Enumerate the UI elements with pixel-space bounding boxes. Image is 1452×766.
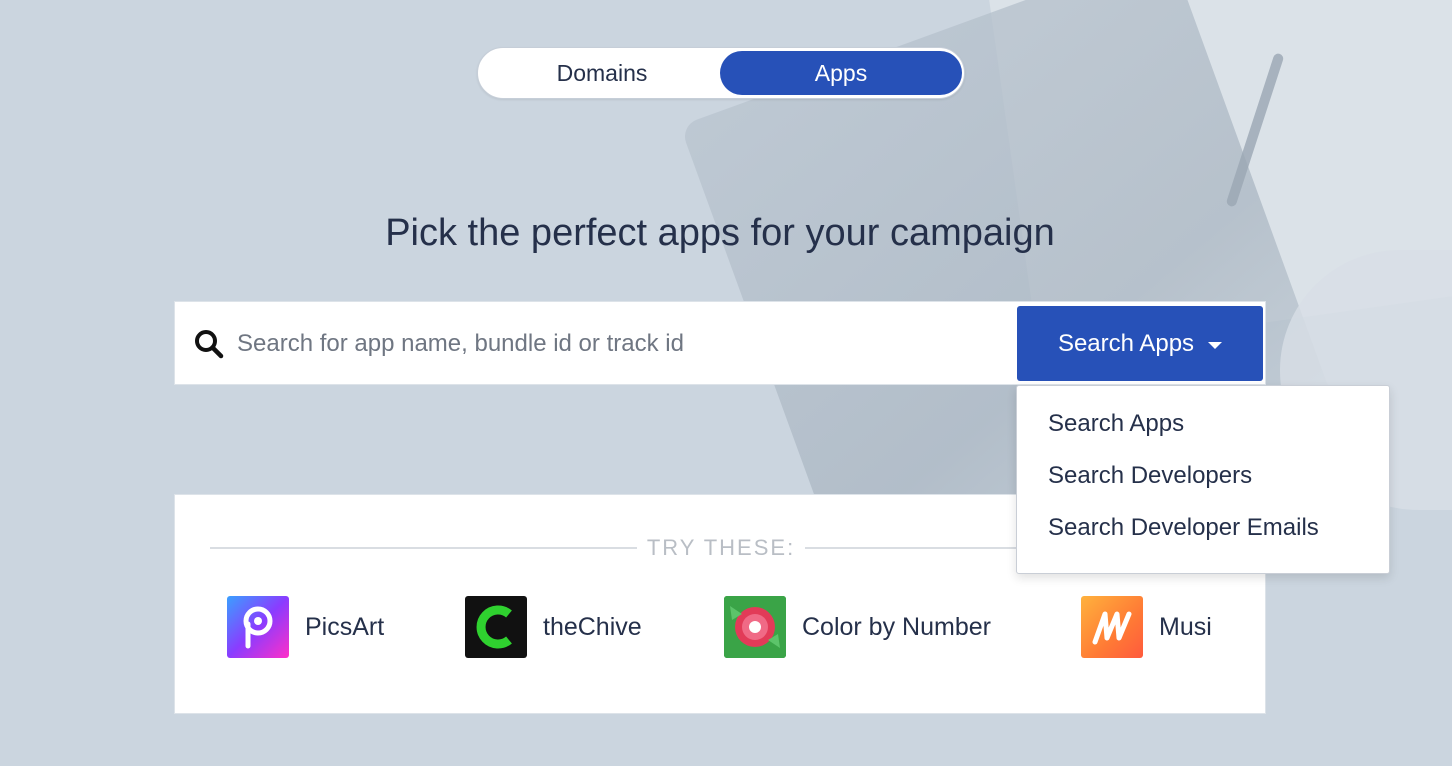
app-name: Musi: [1159, 612, 1212, 641]
toggle-apps[interactable]: Apps: [720, 51, 962, 95]
app-name: Color by Number: [802, 612, 991, 641]
suggested-app-musi[interactable]: Musi: [1081, 596, 1212, 658]
thechive-icon: [465, 596, 527, 658]
search-button-label: Search Apps: [1057, 329, 1195, 357]
search-icon: [195, 330, 224, 359]
search-apps-button[interactable]: Search Apps: [1017, 306, 1263, 381]
color-by-number-icon: [724, 596, 786, 658]
app-name: theChive: [543, 612, 642, 641]
dropdown-item-search-apps[interactable]: Search Apps: [1048, 410, 1184, 438]
try-these-title: TRY THESE:: [646, 535, 796, 560]
mode-toggle: Domains Apps: [477, 47, 965, 99]
divider-left: [210, 547, 637, 549]
dropdown-item-search-developers[interactable]: Search Developers: [1048, 462, 1252, 490]
suggested-app-color-by-number[interactable]: Color by Number: [724, 596, 991, 658]
search-bar: Search Apps: [174, 301, 1266, 385]
app-name: PicsArt: [305, 612, 385, 641]
dropdown-item-search-developer-emails[interactable]: Search Developer Emails: [1048, 514, 1319, 542]
search-input[interactable]: [237, 320, 1007, 368]
musi-icon: [1081, 596, 1143, 658]
suggested-app-thechive[interactable]: theChive: [465, 596, 642, 658]
page-title: Pick the perfect apps for your campaign: [385, 212, 1055, 254]
caret-down-icon: [1208, 341, 1223, 349]
picsart-icon: [227, 596, 289, 658]
suggested-app-picsart[interactable]: PicsArt: [227, 596, 384, 658]
search-type-dropdown: Search Apps Search Developers Search Dev…: [1016, 385, 1390, 574]
toggle-domains[interactable]: Domains: [481, 51, 723, 95]
